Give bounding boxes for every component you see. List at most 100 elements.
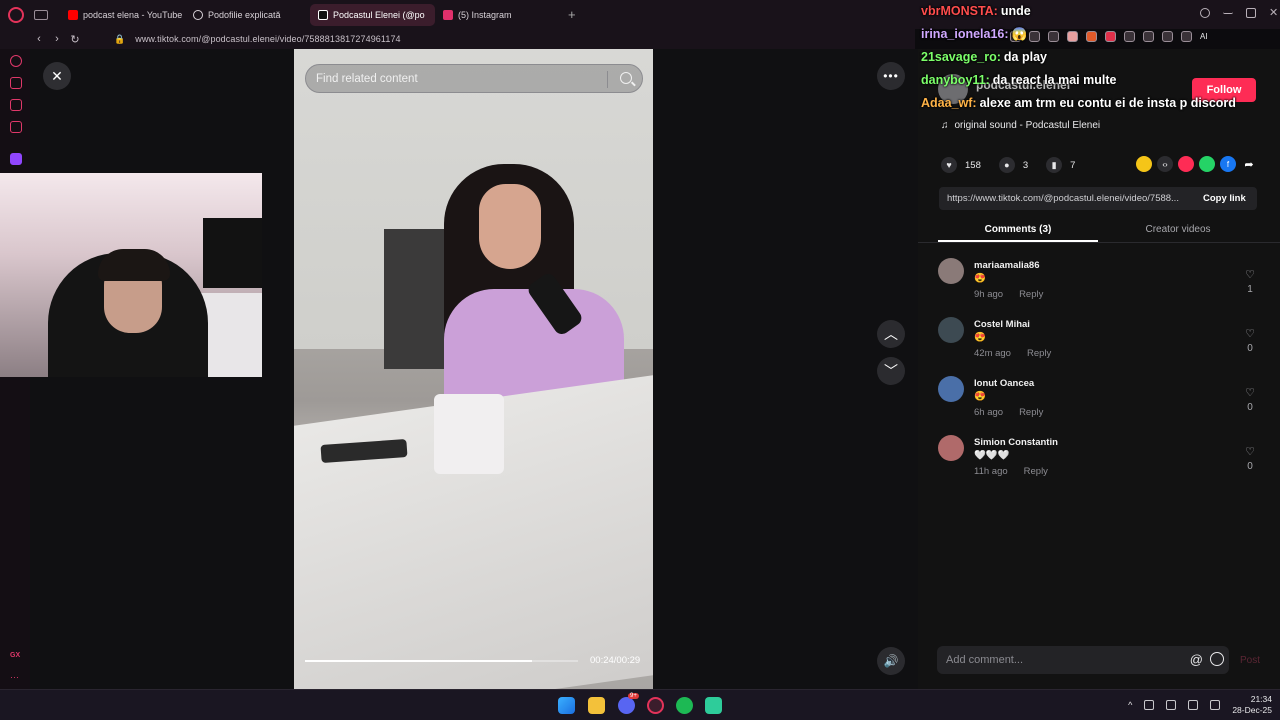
ai-extension-label[interactable]: AI [1200, 32, 1208, 42]
gx-cleaner-icon[interactable] [10, 99, 22, 111]
like-count: 158 [965, 159, 981, 171]
extension-icon[interactable] [1067, 31, 1078, 42]
comment-icon[interactable]: ● [998, 157, 1015, 173]
commenter-name[interactable]: Ionut Oancea [974, 378, 1034, 389]
history-icon[interactable] [10, 55, 22, 67]
window-close-icon[interactable]: ✕ [1269, 8, 1279, 19]
send-icon[interactable] [1178, 156, 1194, 172]
shield-icon[interactable] [1124, 31, 1135, 42]
comment-time: 6h ago [974, 407, 1004, 418]
gx-control-icon[interactable] [10, 77, 22, 89]
post-button[interactable]: Post [1240, 655, 1260, 666]
lock-icon[interactable]: 🔒 [114, 34, 125, 45]
minimize-icon[interactable] [1223, 8, 1233, 14]
extension-icon[interactable] [1010, 31, 1021, 42]
discord-tray-icon[interactable] [1144, 700, 1155, 710]
tab-instagram[interactable]: (5) Instagram [435, 4, 560, 26]
commenter-avatar[interactable] [938, 435, 964, 461]
close-button[interactable]: ✕ [43, 62, 71, 90]
next-video-button[interactable]: ﹀ [877, 357, 905, 385]
clock[interactable]: 21:34 28-Dec-25 [1232, 694, 1272, 716]
heart-icon[interactable]: ♥ [941, 157, 957, 173]
forward-icon[interactable]: › [48, 33, 66, 45]
browser-search-icon[interactable] [1200, 8, 1210, 18]
bookmark-icon[interactable]: ▮ [1046, 157, 1063, 173]
emoji-icon[interactable] [1210, 652, 1224, 666]
search-icon[interactable] [620, 72, 632, 84]
commenter-avatar[interactable] [938, 317, 964, 343]
add-comment-input[interactable]: Add comment... @ [937, 646, 1229, 674]
volume-button[interactable]: 🔊 [877, 647, 905, 675]
share-arrow-icon[interactable]: ➦ [1241, 156, 1257, 172]
file-explorer-icon[interactable] [588, 697, 605, 714]
reload-icon[interactable]: ↻ [66, 33, 84, 46]
facebook-icon[interactable]: f [1220, 156, 1236, 172]
extension-icon[interactable] [1029, 31, 1040, 42]
webcam-monitor [203, 218, 262, 288]
follow-button[interactable]: Follow [1192, 78, 1256, 102]
commenter-name[interactable]: mariaamalia86 [974, 260, 1040, 271]
camera-icon[interactable] [1181, 31, 1192, 42]
download-icon[interactable] [1162, 31, 1173, 42]
tab-chatgpt[interactable]: Podofilie explicată [185, 4, 310, 26]
opera-gx-icon[interactable] [647, 697, 664, 714]
microphone-icon[interactable] [1166, 700, 1177, 710]
twitch-icon[interactable] [10, 153, 22, 165]
comment-placeholder: Add comment... [946, 654, 1024, 666]
more-options-button[interactable]: ••• [877, 62, 905, 90]
heart-extension-icon[interactable] [1048, 31, 1059, 42]
chevron-up-icon[interactable]: ^ [1128, 700, 1132, 710]
commenter-avatar[interactable] [938, 376, 964, 402]
related-search-input[interactable]: Find related content [305, 64, 643, 93]
maximize-icon[interactable] [1246, 8, 1256, 18]
previous-video-button[interactable]: ︿ [877, 320, 905, 348]
url-field[interactable]: www.tiktok.com/@podcastul.elenei/video/7… [135, 34, 400, 44]
comment-heart-icon[interactable]: ♡ [1242, 386, 1258, 399]
comment-heart-icon[interactable]: ♡ [1242, 268, 1258, 281]
reply-button[interactable]: Reply [1027, 348, 1051, 359]
spotify-icon[interactable] [676, 697, 693, 714]
repost-icon[interactable] [1136, 156, 1152, 172]
new-tab-button[interactable]: + [568, 7, 576, 22]
commenter-name[interactable]: Simion Constantin [974, 437, 1058, 448]
whatsapp-icon[interactable] [1199, 156, 1215, 172]
extension-icon[interactable] [1086, 31, 1097, 42]
tab-youtube[interactable]: podcast elena - YouTube [60, 4, 185, 26]
sound-link[interactable]: ♫ original sound - Podcastul Elenei [941, 120, 1100, 131]
comment-count: 3 [1022, 159, 1029, 171]
video-progress-bar[interactable] [305, 660, 578, 662]
copy-link-button[interactable]: Copy link [1203, 193, 1246, 204]
comment-time: 9h ago [974, 289, 1004, 300]
app-icon[interactable] [705, 697, 722, 714]
chat-user: irina_ionela16: [921, 27, 1009, 41]
commenter-avatar[interactable] [938, 258, 964, 284]
creator-avatar[interactable] [938, 74, 968, 104]
network-icon[interactable] [1188, 700, 1199, 710]
tab-comments[interactable]: Comments (3) [938, 220, 1098, 242]
comment-heart-icon[interactable]: ♡ [1242, 327, 1258, 340]
gx-mods-icon[interactable] [10, 121, 22, 133]
tab-creator-videos[interactable]: Creator videos [1098, 220, 1258, 242]
speaker-icon[interactable] [1210, 700, 1221, 710]
reply-button[interactable]: Reply [1019, 289, 1043, 300]
commenter-name[interactable]: Costel Mihai [974, 319, 1030, 330]
more-icon[interactable]: ··· [10, 672, 19, 682]
extension-icon[interactable] [1105, 31, 1116, 42]
embed-icon[interactable]: ‹› [1157, 156, 1173, 172]
discord-icon[interactable] [618, 697, 635, 714]
comment-heart-icon[interactable]: ♡ [1242, 445, 1258, 458]
gx-label[interactable]: GX [10, 652, 20, 659]
back-icon[interactable]: ‹ [30, 33, 48, 45]
tab-label: Podofilie explicată [208, 9, 281, 20]
mention-icon[interactable]: @ [1190, 652, 1203, 667]
reply-button[interactable]: Reply [1019, 407, 1043, 418]
share-link-url[interactable]: https://www.tiktok.com/@podcastul.elenei… [947, 193, 1193, 204]
creator-name[interactable]: podcastul.elenei [976, 78, 1070, 92]
video-player[interactable] [294, 49, 653, 689]
tab-tiktok[interactable]: Podcastul Elenei (@po [310, 3, 435, 26]
reply-button[interactable]: Reply [1024, 466, 1048, 477]
tab-island-icon[interactable] [34, 9, 48, 20]
windows-start-icon[interactable] [558, 697, 575, 714]
puzzle-icon[interactable] [1143, 31, 1154, 42]
opera-logo-icon[interactable] [8, 6, 24, 23]
